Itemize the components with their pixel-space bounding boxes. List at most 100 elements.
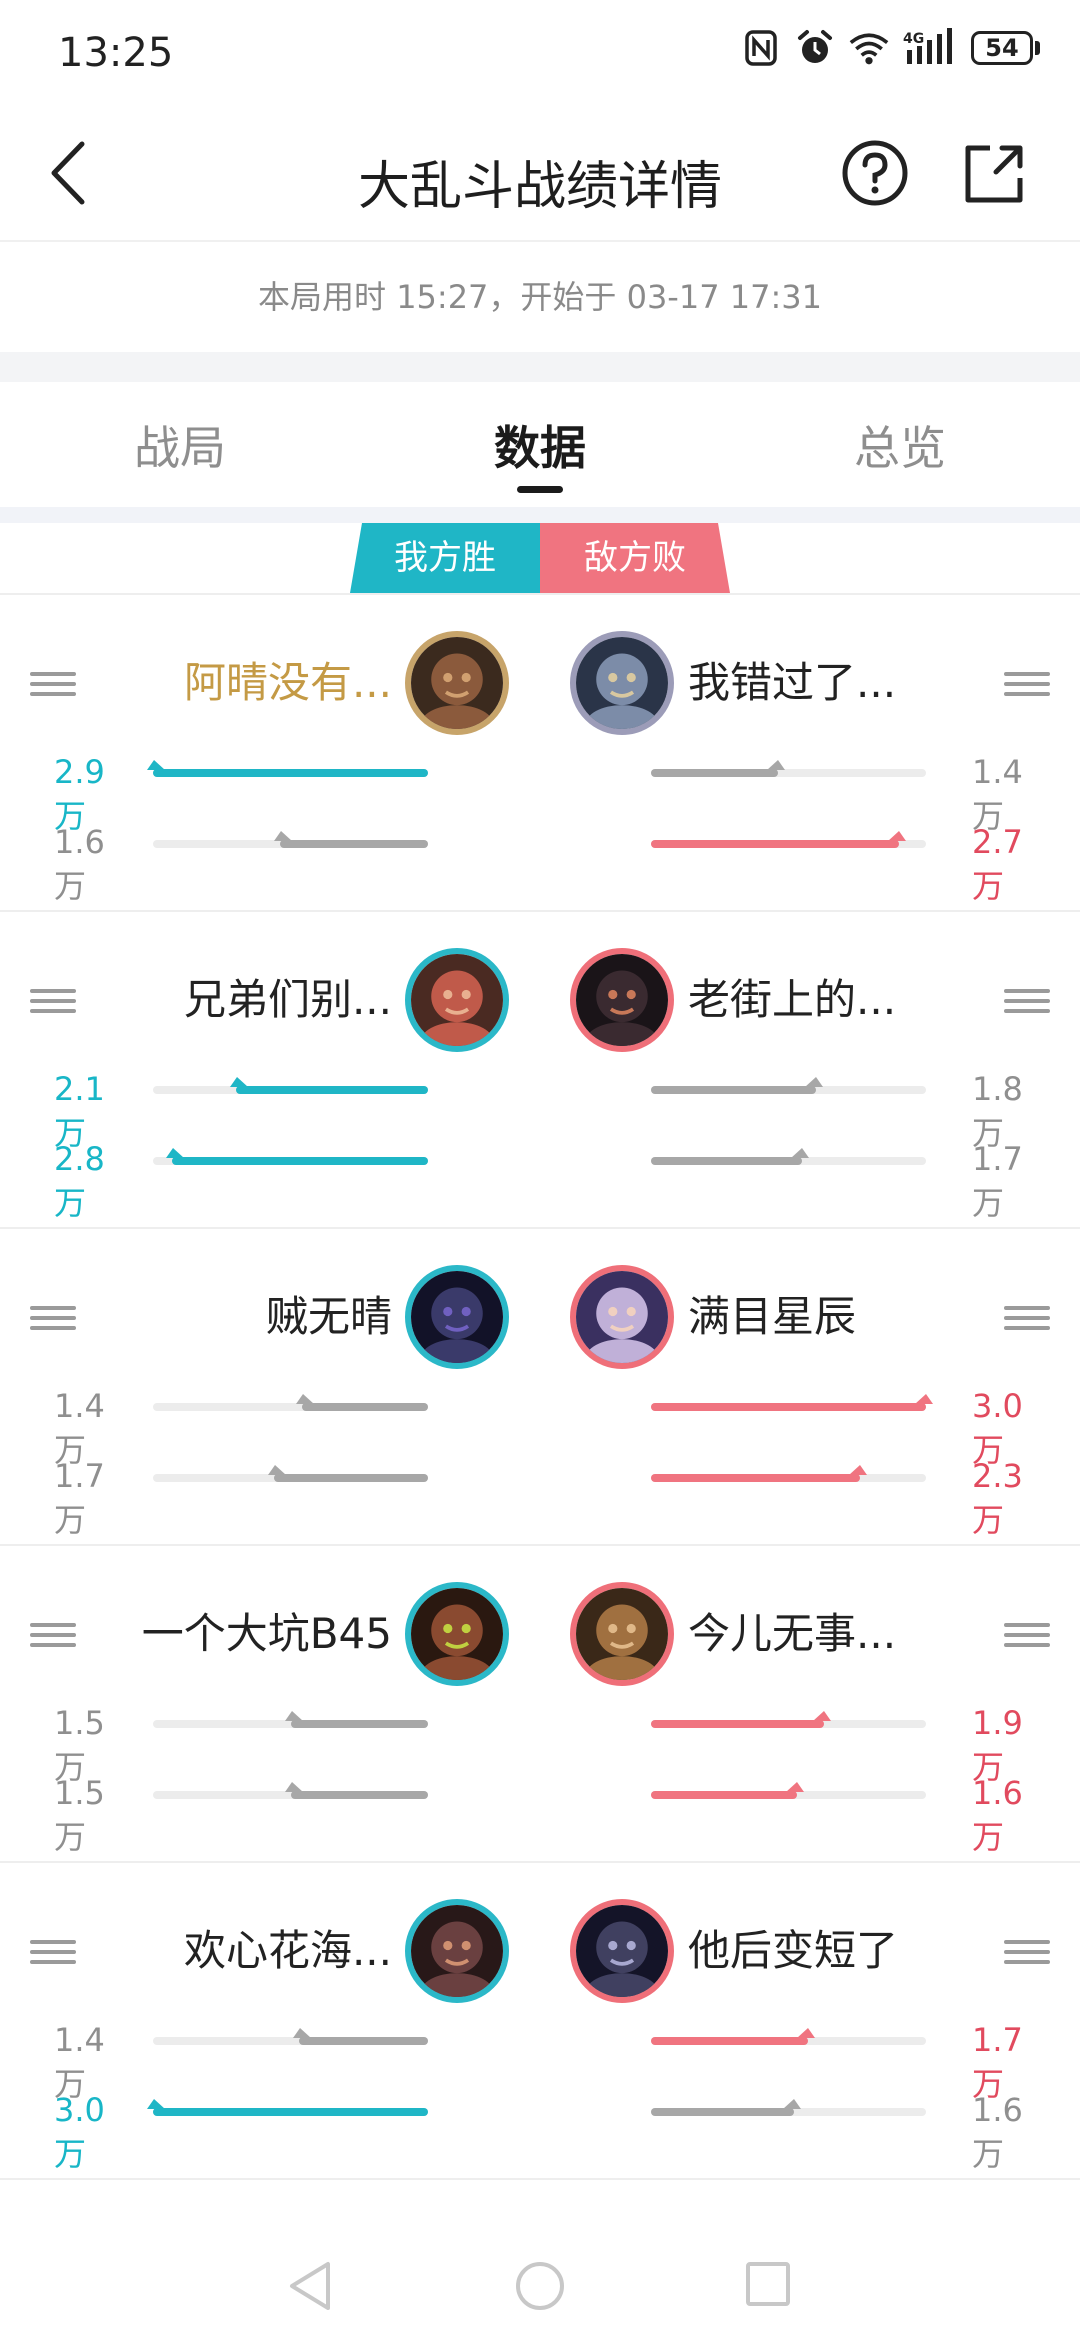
stat-bar — [651, 1394, 933, 1411]
player-row[interactable]: 欢心花海... 他后变短了 1.4万 1.7万 3.0万 1.6万 — [0, 1863, 1080, 2180]
hero-avatar-left[interactable] — [405, 631, 509, 735]
stat-value-left-2: 3.0万 — [54, 2091, 105, 2173]
our-result-label: 我方胜 — [394, 538, 496, 578]
player-name-left[interactable]: 阿晴没有... — [184, 645, 392, 721]
stat-bar — [651, 1711, 926, 1728]
4g-signal-icon: 4G — [903, 28, 952, 64]
stat-bar — [153, 1394, 428, 1411]
stat-bar-marker — [785, 1782, 804, 1792]
alarm-icon — [798, 30, 832, 63]
drag-handle-icon[interactable] — [30, 671, 76, 697]
tab-overview[interactable]: 总览 — [720, 382, 1080, 507]
stat-bar-fill — [651, 2108, 794, 2116]
stat-bar-fill — [651, 1403, 926, 1411]
stat-bar — [153, 1465, 428, 1482]
stat-bar-fill — [298, 2037, 428, 2045]
hero-avatar-left[interactable] — [405, 1899, 509, 2003]
drag-handle-icon[interactable] — [30, 988, 76, 1014]
player-name-right[interactable]: 满目星辰 — [688, 1279, 856, 1355]
drag-handle-icon[interactable] — [30, 1305, 76, 1331]
question-circle-icon[interactable] — [840, 138, 910, 208]
player-row[interactable]: 一个大坑B45 今儿无事... 1.5万 1.9万 1.5万 1.6万 — [0, 1546, 1080, 1863]
active-tab-indicator — [517, 486, 563, 493]
stat-bar-marker — [766, 760, 785, 770]
drag-handle-icon[interactable] — [30, 1939, 76, 1965]
player-name-right[interactable]: 老街上的... — [688, 962, 896, 1038]
our-win-badge: 我方胜 — [350, 523, 540, 593]
player-name-right[interactable]: 今儿无事... — [688, 1596, 896, 1672]
back-triangle-icon[interactable] — [286, 2260, 336, 2312]
recents-square-icon[interactable] — [744, 2260, 792, 2308]
stat-bar-marker — [805, 1077, 823, 1087]
drag-handle-icon[interactable] — [1004, 1622, 1050, 1648]
stat-bar-fill — [651, 2037, 808, 2045]
hero-avatar-right[interactable] — [570, 1265, 674, 1369]
page-title: 大乱斗战绩详情 — [357, 157, 722, 217]
stat-bar-marker — [268, 1465, 286, 1475]
tab-label: 总览 — [854, 421, 946, 475]
drag-handle-icon[interactable] — [1004, 671, 1050, 697]
stat-bar-fill — [274, 1474, 428, 1482]
player-name-left[interactable]: 兄弟们别... — [184, 962, 392, 1038]
stat-value-left-2: 2.8万 — [54, 1140, 105, 1222]
hero-avatar-left[interactable] — [405, 1582, 509, 1686]
stat-bar-fill — [651, 1720, 825, 1728]
tab-data[interactable]: 数据 — [360, 382, 720, 507]
stat-bar-marker — [783, 2099, 801, 2109]
hero-avatar-left[interactable] — [405, 948, 509, 1052]
stat-bar — [651, 1782, 926, 1799]
tab-gap — [0, 507, 1080, 523]
home-circle-icon[interactable] — [514, 2260, 566, 2312]
player-name-left[interactable]: 贼无晴 — [266, 1279, 392, 1355]
status-bar: 13:25 4G 54 — [0, 0, 1080, 110]
stat-bar-fill — [290, 1791, 428, 1799]
stat-bar-fill — [235, 1086, 428, 1094]
player-name-right[interactable]: 我错过了... — [688, 645, 896, 721]
stat-value-left-2: 1.6万 — [54, 823, 105, 905]
stat-bar-fill — [651, 1474, 860, 1482]
stat-bar — [651, 2028, 926, 2045]
system-nav-bar — [0, 2230, 1080, 2340]
status-time: 13:25 — [58, 30, 174, 76]
share-external-icon[interactable] — [960, 138, 1030, 208]
tab-label: 数据 — [494, 421, 586, 475]
wifi-icon — [849, 33, 889, 65]
drag-handle-icon[interactable] — [30, 1622, 76, 1648]
drag-handle-icon[interactable] — [1004, 988, 1050, 1014]
hero-avatar-right[interactable] — [570, 1899, 674, 2003]
stat-bar-marker — [284, 1782, 303, 1792]
player-name-left[interactable]: 一个大坑B45 — [142, 1596, 392, 1672]
player-name-left[interactable]: 欢心花海... — [184, 1913, 392, 1989]
stat-bar-marker — [295, 1394, 314, 1404]
hero-avatar-left[interactable] — [405, 1265, 509, 1369]
stat-bar-marker — [887, 831, 906, 841]
drag-handle-icon[interactable] — [1004, 1305, 1050, 1331]
drag-handle-icon[interactable] — [1004, 1939, 1050, 1965]
player-row[interactable]: 兄弟们别... 老街上的... 2.1万 1.8万 2.8万 1.7万 — [0, 912, 1080, 1229]
player-list: 阿晴没有... 我错过了... 2.9万 1.4万 1.6万 2.7万 兄弟们别... 老街上… — [0, 595, 1080, 2180]
stat-bar — [153, 1782, 428, 1799]
stat-bar — [153, 831, 428, 848]
player-row[interactable]: 贼无晴 满目星辰 1.4万 3.0万 1.7万 2.3万 — [0, 1229, 1080, 1546]
stat-value-right-2: 1.6万 — [972, 1774, 1023, 1856]
stat-bar-fill — [651, 1157, 803, 1165]
hero-avatar-right[interactable] — [570, 948, 674, 1052]
tab-bar: 战局 数据 总览 — [0, 382, 1080, 507]
player-row[interactable]: 阿晴没有... 我错过了... 2.9万 1.4万 1.6万 2.7万 — [0, 595, 1080, 912]
stat-bar-marker — [791, 1148, 810, 1158]
stat-bar-marker — [292, 2028, 311, 2038]
stat-value-right-2: 2.7万 — [972, 823, 1023, 905]
tab-battle[interactable]: 战局 — [0, 382, 360, 507]
stat-bar — [153, 1711, 428, 1728]
battery-level: 54 — [985, 34, 1019, 62]
stat-bar-fill — [301, 1403, 428, 1411]
stat-bar-fill — [651, 1791, 797, 1799]
player-name-right[interactable]: 他后变短了 — [688, 1913, 898, 1989]
stat-bar-marker — [229, 1077, 248, 1087]
stat-value-right-2: 2.3万 — [972, 1457, 1023, 1539]
hero-avatar-right[interactable] — [570, 631, 674, 735]
enemy-lose-badge: 敌方败 — [540, 523, 730, 593]
stat-bar — [147, 760, 428, 777]
hero-avatar-right[interactable] — [570, 1582, 674, 1686]
stat-value-right-2: 1.7万 — [972, 1140, 1023, 1222]
